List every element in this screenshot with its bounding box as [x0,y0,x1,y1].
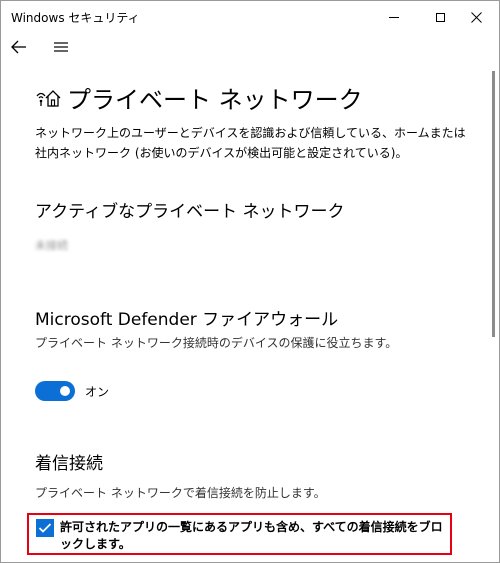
close-button[interactable] [453,1,499,33]
window-title: Windows セキュリティ [11,11,140,25]
checkmark-icon [38,523,52,533]
page-title: プライベート ネットワーク [67,85,363,114]
firewall-toggle-label: オン [85,384,110,399]
app-window: Windows セキュリティ プライベート ネットワーク ネットワーク上のユーザ… [0,0,500,563]
title-bar: Windows セキュリティ [1,1,499,33]
firewall-toggle-row: オン [35,381,109,401]
incoming-connections-description: プライベート ネットワークで着信接続を防止します。 [35,486,326,500]
menu-button[interactable] [51,37,71,57]
block-all-incoming-checkbox[interactable] [36,519,54,537]
block-all-incoming-label[interactable]: 許可されたアプリの一覧にあるアプリも含め、すべての着信接続をブロックします。 [60,519,448,553]
wifi-home-icon [36,90,61,107]
close-icon [470,11,482,23]
maximize-icon [435,12,445,22]
page-header: プライベート ネットワーク [35,77,363,117]
scrollbar[interactable] [492,71,495,337]
minimize-icon [389,16,399,18]
firewall-heading: Microsoft Defender ファイアウォール [35,310,339,330]
firewall-toggle[interactable] [35,381,75,401]
firewall-description: プライベート ネットワーク接続時のデバイスの保護に役立ちます。 [35,336,398,350]
active-networks-heading: アクティブなプライベート ネットワーク [35,202,345,222]
minimize-button[interactable] [371,1,417,33]
page-description: ネットワーク上のユーザーとデバイスを認識および信頼している、ホームまたは社内ネッ… [35,126,466,160]
back-arrow-icon [11,40,26,54]
hamburger-menu-icon [54,42,68,52]
active-network-name: 未接続 [35,239,68,252]
incoming-connections-heading: 着信接続 [35,454,103,474]
toggle-knob [60,386,70,396]
back-button[interactable] [9,37,29,57]
